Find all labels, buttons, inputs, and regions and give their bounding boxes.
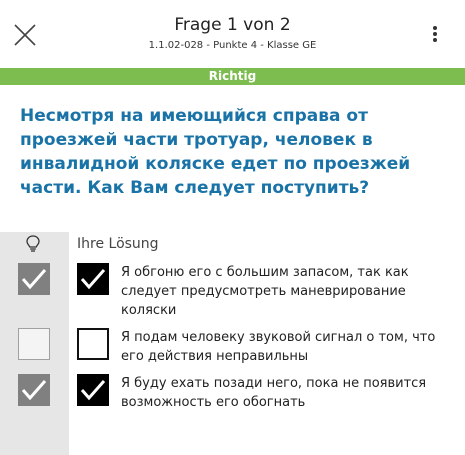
question-meta: 1.1.02-028 - Punkte 4 - Klasse GE bbox=[148, 40, 317, 51]
correct-answer-indicator bbox=[18, 374, 50, 406]
more-menu-button[interactable] bbox=[425, 26, 445, 46]
checkmark-icon bbox=[80, 269, 106, 290]
answer-checkbox[interactable] bbox=[77, 374, 109, 406]
answer-option-text: Я подам человеку звуковой сигнал о том, … bbox=[121, 330, 436, 364]
correct-answer-indicator bbox=[18, 263, 50, 295]
checkmark-icon bbox=[80, 380, 106, 401]
answer-option-text: Я обгоню его с большим запасом, так как … bbox=[121, 265, 409, 318]
answer-option-text: Я буду ехать позади него, пока не появит… bbox=[121, 376, 427, 410]
question-text: Несмотря на имеющийся справа от проезжей… bbox=[20, 106, 411, 198]
your-solution-header: Ihre Lösung bbox=[77, 236, 159, 252]
answer-checkbox[interactable] bbox=[77, 263, 109, 295]
result-status-bar: Richtig bbox=[0, 68, 465, 85]
answer-checkbox[interactable] bbox=[77, 328, 109, 360]
correct-answer-indicator bbox=[18, 328, 50, 360]
page-title: Frage 1 von 2 bbox=[174, 15, 291, 35]
more-vertical-icon bbox=[425, 26, 445, 42]
top-bar: Frage 1 von 2 1.1.02-028 - Punkte 4 - Kl… bbox=[0, 0, 465, 68]
lightbulb-icon bbox=[26, 235, 40, 252]
hint-button[interactable] bbox=[24, 234, 42, 254]
checkmark-icon bbox=[21, 269, 47, 290]
checkmark-icon bbox=[21, 380, 47, 401]
